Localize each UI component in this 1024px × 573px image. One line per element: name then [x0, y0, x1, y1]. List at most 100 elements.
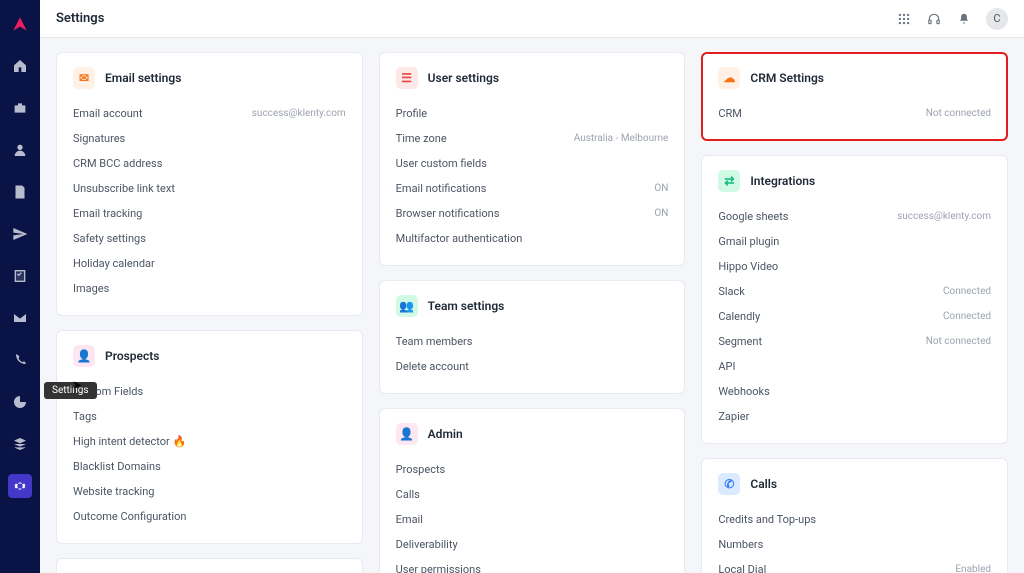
avatar[interactable]: C: [986, 8, 1008, 30]
settings-row[interactable]: Zapier: [718, 404, 991, 429]
settings-row[interactable]: User custom fields: [396, 151, 669, 176]
card-header-admin: 👤 Admin: [396, 423, 669, 445]
row-label: Email notifications: [396, 182, 487, 195]
settings-row[interactable]: CRM BCC address: [73, 151, 346, 176]
settings-row[interactable]: Images: [73, 276, 346, 301]
settings-row[interactable]: API: [718, 354, 991, 379]
settings-row[interactable]: Browser notifications ON: [396, 201, 669, 226]
checklist-icon[interactable]: [8, 264, 32, 288]
row-label: Hippo Video: [718, 260, 778, 273]
settings-row[interactable]: Email accountsuccess@klenty.com: [73, 101, 346, 126]
settings-row[interactable]: High intent detector 🔥: [73, 429, 346, 454]
row-label: Gmail plugin: [718, 235, 779, 248]
card-admin: 👤 Admin Prospects Calls EmailDeliverabilit…: [379, 408, 686, 573]
settings-row[interactable]: Calls: [396, 482, 669, 507]
integrations-icon: ⇄: [718, 170, 740, 192]
row-label: User permissions: [396, 563, 481, 573]
settings-row[interactable]: CalendlyConnected: [718, 304, 991, 329]
settings-row[interactable]: Prospects: [396, 457, 669, 482]
settings-row[interactable]: CRMNot connected: [718, 101, 991, 126]
settings-row[interactable]: Numbers: [718, 532, 991, 557]
row-label: Holiday calendar: [73, 257, 155, 270]
settings-row[interactable]: Team members: [396, 329, 669, 354]
row-label: Google sheets: [718, 210, 788, 223]
settings-row[interactable]: Credits and Top-ups: [718, 507, 991, 532]
row-label: Team members: [396, 335, 473, 348]
row-label: Signatures: [73, 132, 125, 145]
row-label: Profile: [396, 107, 427, 120]
settings-row[interactable]: Email: [396, 507, 669, 532]
main: Settings C ✉ Email settings: [40, 0, 1024, 573]
settings-row[interactable]: Multifactor authentication: [396, 226, 669, 251]
settings-row[interactable]: SlackConnected: [718, 279, 991, 304]
card-prospects: 👤 Prospects Custom FieldsTagsHigh intent…: [56, 330, 363, 544]
phone-icon[interactable]: [8, 348, 32, 372]
sidebar: Settings: [0, 0, 40, 573]
settings-row[interactable]: Holiday calendar: [73, 251, 346, 276]
settings-row[interactable]: Deliverability: [396, 532, 669, 557]
row-value: Enabled: [955, 564, 991, 573]
card-rows: Prospects Calls EmailDeliverability User pe…: [396, 457, 669, 573]
settings-row[interactable]: Signatures: [73, 126, 346, 151]
settings-row[interactable]: Tags: [73, 404, 346, 429]
settings-row[interactable]: Email tracking: [73, 201, 346, 226]
settings-row[interactable]: Website tracking: [73, 479, 346, 504]
card-rows: Profile Time zoneAustralia - Melbourne Use…: [396, 101, 669, 251]
user-icon[interactable]: [8, 138, 32, 162]
row-label: Calls: [396, 488, 420, 501]
settings-row[interactable]: Custom Fields: [73, 379, 346, 404]
send-icon[interactable]: [8, 222, 32, 246]
mail-icon[interactable]: [8, 306, 32, 330]
settings-row[interactable]: Profile: [396, 101, 669, 126]
settings-row[interactable]: Blacklist Domains: [73, 454, 346, 479]
briefcase-icon[interactable]: [8, 96, 32, 120]
row-label: Browser notifications: [396, 207, 500, 220]
bell-icon[interactable]: [956, 11, 972, 27]
stack-icon[interactable]: [8, 432, 32, 456]
row-label: High intent detector 🔥: [73, 435, 186, 448]
calls-icon: ✆: [718, 473, 740, 495]
row-label: Images: [73, 282, 109, 295]
card-crm-settings: ☁ CRM Settings CRMNot connected: [701, 52, 1008, 141]
row-label: Email account: [73, 107, 142, 120]
document-icon[interactable]: [8, 180, 32, 204]
row-label: API: [718, 360, 735, 373]
settings-row[interactable]: Unsubscribe link text: [73, 176, 346, 201]
row-value: ON: [654, 208, 668, 219]
gear-icon[interactable]: [8, 474, 32, 498]
card-rows: Credits and Top-upsNumbersLocal DialEnab…: [718, 507, 991, 573]
row-label: Tags: [73, 410, 97, 423]
settings-row[interactable]: Webhooks: [718, 379, 991, 404]
headset-icon[interactable]: [926, 11, 942, 27]
settings-row[interactable]: Time zoneAustralia - Melbourne: [396, 126, 669, 151]
row-value: Connected: [943, 286, 991, 297]
settings-row[interactable]: Email notificationsON: [396, 176, 669, 201]
settings-row[interactable]: Gmail plugin: [718, 229, 991, 254]
row-label: Calendly: [718, 310, 760, 323]
settings-row[interactable]: User permissions: [396, 557, 669, 573]
apps-icon[interactable]: [896, 11, 912, 27]
settings-row[interactable]: Delete account: [396, 354, 669, 379]
row-label: Outcome Configuration: [73, 510, 186, 523]
settings-row[interactable]: SegmentNot connected: [718, 329, 991, 354]
row-label: Website tracking: [73, 485, 154, 498]
row-label: User custom fields: [396, 157, 487, 170]
card-header-crm: ☁ CRM Settings: [718, 67, 991, 89]
admin-icon: 👤: [396, 423, 418, 445]
card-deliverability: ✦ Deliverability: [56, 558, 363, 573]
settings-row[interactable]: Safety settings: [73, 226, 346, 251]
settings-row[interactable]: Hippo Video: [718, 254, 991, 279]
card-title: Team settings: [428, 299, 505, 313]
user-settings-icon: ☰: [396, 67, 418, 89]
home-icon[interactable]: [8, 54, 32, 78]
card-rows: Custom Fields Tags High intent detector 🔥 B…: [73, 379, 346, 529]
card-header-integrations: ⇄ Integrations: [718, 170, 991, 192]
settings-row[interactable]: Outcome Configuration: [73, 504, 346, 529]
settings-row[interactable]: Local DialEnabled: [718, 557, 991, 573]
card-calls: ✆ Calls Credits and Top-upsNumbersLocal …: [701, 458, 1008, 573]
card-rows: Email accountsuccess@klenty.com Signature…: [73, 101, 346, 301]
chart-icon[interactable]: [8, 390, 32, 414]
settings-row[interactable]: Google sheetssuccess@klenty.com: [718, 204, 991, 229]
logo-icon[interactable]: [8, 12, 32, 36]
card-rows: Google sheetssuccess@klenty.com Gmail plu…: [718, 204, 991, 429]
